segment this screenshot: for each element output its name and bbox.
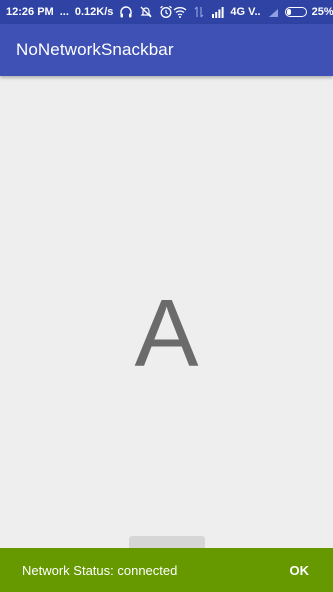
snackbar-message: Network Status: connected — [22, 562, 178, 578]
data-arrows-icon — [192, 5, 206, 19]
app-bar: NoNetworkSnackbar — [0, 24, 333, 76]
battery-percent: 25% — [311, 6, 333, 18]
bottom-handle — [129, 536, 205, 548]
headphones-icon — [119, 5, 133, 19]
status-time: 12:26 PM — [6, 6, 54, 18]
mute-icon — [139, 5, 153, 19]
app-screen: 12:26 PM ... 0.12K/s 4G V.. 25% NoNetwor… — [0, 0, 333, 592]
status-speed: 0.12K/s — [74, 6, 114, 18]
signal-icon — [211, 5, 225, 19]
app-title: NoNetworkSnackbar — [16, 40, 174, 59]
network-type: 4G V.. — [230, 6, 261, 18]
alarm-icon — [159, 5, 173, 19]
battery-fill — [286, 9, 291, 15]
status-bar: 12:26 PM ... 0.12K/s 4G V.. 25% — [0, 0, 333, 24]
snackbar: Network Status: connected OK — [0, 548, 333, 592]
battery-body — [284, 7, 307, 17]
status-bar-left: 12:26 PM ... 0.12K/s — [6, 5, 173, 19]
center-letter: A — [134, 280, 199, 387]
status-bar-right: 4G V.. 25% — [173, 5, 333, 19]
status-dots: ... — [59, 6, 69, 18]
wifi-icon — [173, 5, 187, 19]
signal-small-icon — [266, 5, 280, 19]
main-content: A — [0, 76, 333, 548]
snackbar-ok-button[interactable]: OK — [290, 563, 310, 578]
battery-icon — [284, 7, 307, 17]
